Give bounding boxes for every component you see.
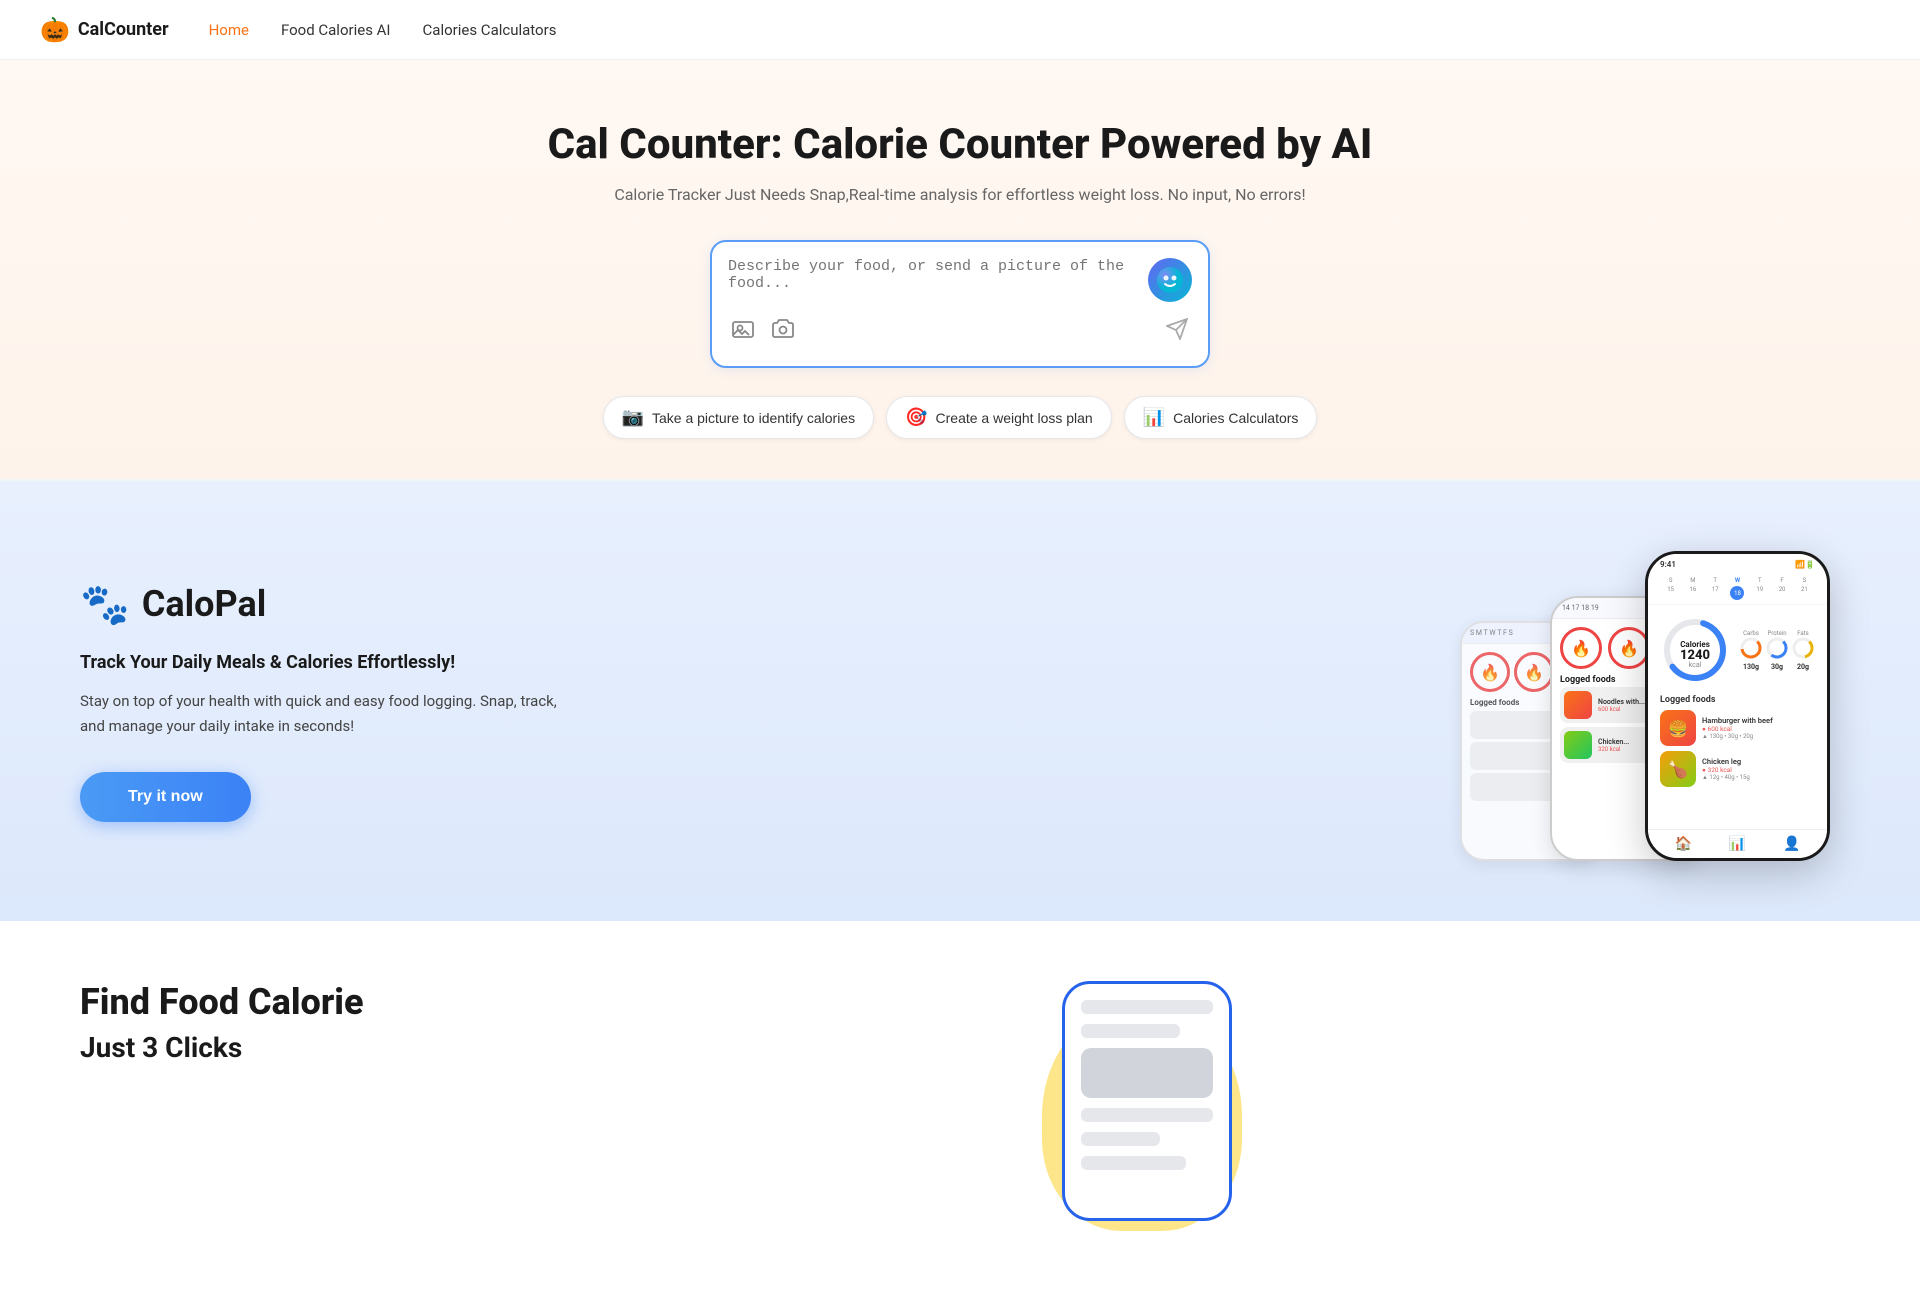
quick-action-weight-loss[interactable]: 🎯 Create a weight loss plan [886, 396, 1112, 439]
find-food-content: Find Food Calorie Just 3 Clicks [80, 981, 364, 1064]
find-food-illustration [424, 981, 1841, 1241]
calopal-content: 🐾 CaloPal Track Your Daily Meals & Calor… [80, 581, 580, 822]
phone-mockups: S M T W T F S⋯ 🔥 🔥 Logged foods [1460, 541, 1840, 861]
chart-icon: 📊 [1143, 407, 1165, 428]
logo-text: CalCounter [78, 19, 169, 40]
nav-links: Home Food Calories AI Calories Calculato… [209, 21, 557, 39]
phone-main: 9:41 📶🔋 S M T W T F S 15 [1645, 551, 1830, 861]
find-food-subtitle: Just 3 Clicks [80, 1031, 364, 1064]
search-input[interactable] [728, 258, 1136, 298]
qa-label-take-picture: Take a picture to identify calories [652, 410, 855, 426]
hero-section: Cal Counter: Calorie Counter Powered by … [0, 60, 1920, 479]
quick-action-calculators[interactable]: 📊 Calories Calculators [1124, 396, 1318, 439]
quick-actions: 📷 Take a picture to identify calories 🎯 … [20, 396, 1900, 439]
svg-text:kcal: kcal [1689, 661, 1702, 669]
calopal-section: 🐾 CaloPal Track Your Daily Meals & Calor… [0, 481, 1920, 921]
calopal-tagline: Track Your Daily Meals & Calories Effort… [80, 652, 580, 673]
ai-avatar [1148, 258, 1192, 302]
try-it-now-button[interactable]: Try it now [80, 772, 251, 822]
logo-icon: 🎃 [40, 16, 70, 44]
calopal-description: Stay on top of your health with quick an… [80, 689, 580, 740]
image-upload-button[interactable] [728, 314, 758, 350]
search-box [710, 240, 1210, 368]
calopal-brand: 🐾 CaloPal [80, 581, 580, 628]
navbar: 🎃 CalCounter Home Food Calories AI Calor… [0, 0, 1920, 60]
camera-button[interactable] [768, 314, 798, 350]
logo-link[interactable]: 🎃 CalCounter [40, 16, 169, 44]
camera-icon: 📷 [622, 407, 644, 428]
find-food-section: Find Food Calorie Just 3 Clicks [0, 921, 1920, 1301]
target-icon: 🎯 [905, 407, 927, 428]
calopal-name: CaloPal [142, 583, 266, 625]
qa-label-calculators: Calories Calculators [1173, 410, 1298, 426]
nav-link-calculators[interactable]: Calories Calculators [423, 21, 557, 39]
nav-link-home[interactable]: Home [209, 21, 249, 39]
qa-label-weight-loss: Create a weight loss plan [936, 410, 1093, 426]
hero-title: Cal Counter: Calorie Counter Powered by … [20, 120, 1900, 169]
nav-link-food-calories[interactable]: Food Calories AI [281, 21, 391, 39]
calopal-icon: 🐾 [80, 581, 130, 628]
quick-action-take-picture[interactable]: 📷 Take a picture to identify calories [603, 396, 875, 439]
find-food-title: Find Food Calorie [80, 981, 364, 1023]
send-button[interactable] [1162, 314, 1192, 350]
hero-subtitle: Calorie Tracker Just Needs Snap,Real-tim… [20, 185, 1900, 204]
phone-illustration-container [1022, 981, 1242, 1241]
